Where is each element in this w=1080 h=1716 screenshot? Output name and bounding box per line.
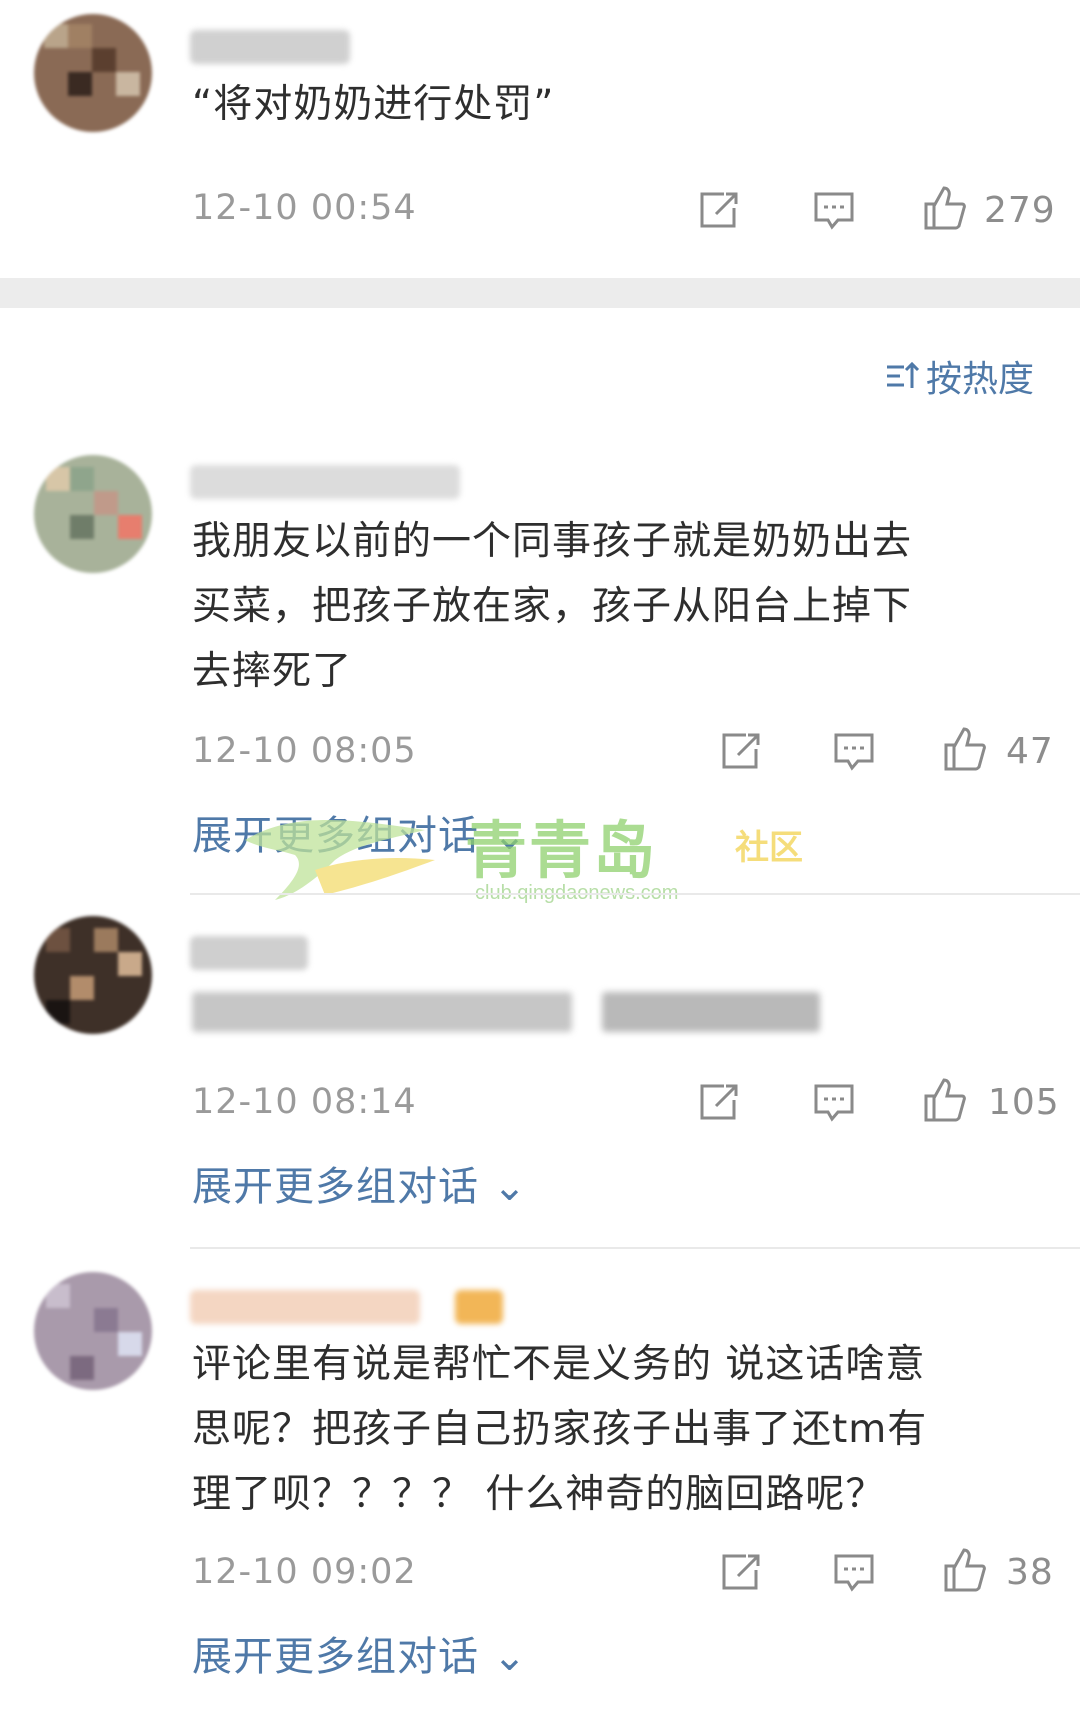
sort-icon (886, 361, 920, 388)
thumbs-up-icon[interactable] (940, 725, 988, 773)
top-comment: “将对奶奶进行处罚” 12-10 00:54 279 (0, 0, 1080, 260)
comment-text-blurred (192, 992, 572, 1032)
comment-timestamp: 12-10 00:54 (192, 188, 417, 228)
username-blurred[interactable] (190, 936, 308, 970)
share-icon[interactable] (716, 727, 764, 775)
share-icon[interactable] (694, 1078, 742, 1126)
chevron-down-icon: ⌄ (479, 1164, 528, 1210)
comment-timestamp: 12-10 08:14 (192, 1082, 417, 1122)
like-count: 47 (1006, 731, 1054, 772)
comment-card: 评论里有说是帮忙不是义务的 说这话啥意 思呢？把孩子自己扔家孩子出事了还tm有 … (0, 1272, 1080, 1716)
avatar[interactable] (34, 916, 152, 1034)
chevron-down-icon: ⌄ (479, 1634, 528, 1680)
username-blurred[interactable] (190, 1290, 420, 1324)
like-count: 38 (1006, 1552, 1054, 1593)
like-count: 279 (984, 190, 1056, 231)
thumbs-up-icon[interactable] (920, 184, 968, 232)
comment-divider (190, 893, 1080, 895)
like-count: 105 (988, 1082, 1060, 1123)
comment-text: “将对奶奶进行处罚” (192, 82, 555, 127)
chevron-down-icon: ⌄ (479, 813, 528, 859)
sort-label: 按热度 (925, 359, 1034, 400)
thumbs-up-icon[interactable] (920, 1076, 968, 1124)
comment-divider (190, 1247, 1080, 1249)
expand-label: 展开更多组对话 (192, 1164, 479, 1210)
expand-conversation-link[interactable]: 展开更多组对话 ⌄ (192, 1624, 527, 1682)
comment-icon[interactable] (810, 186, 858, 234)
expand-label: 展开更多组对话 (192, 1634, 479, 1680)
section-separator (0, 278, 1080, 308)
comment-icon[interactable] (810, 1078, 858, 1126)
comment-text: 评论里有说是帮忙不是义务的 说这话啥意 思呢？把孩子自己扔家孩子出事了还tm有 … (192, 1342, 928, 1517)
comment-timestamp: 12-10 09:02 (192, 1552, 417, 1592)
user-badge (455, 1290, 503, 1324)
thumbs-up-icon[interactable] (940, 1546, 988, 1594)
avatar[interactable] (34, 1272, 152, 1390)
comment-card: 我朋友以前的一个同事孩子就是奶奶出去 买菜，把孩子放在家，孩子从阳台上掉下 去摔… (0, 455, 1080, 859)
share-icon[interactable] (694, 186, 742, 234)
expand-conversation-link[interactable]: 展开更多组对话 ⌄ (192, 1154, 527, 1212)
comment-timestamp: 12-10 08:05 (192, 731, 417, 771)
comment-text-blurred (602, 992, 820, 1032)
avatar[interactable] (34, 455, 152, 573)
expand-conversation-link[interactable]: 展开更多组对话 ⌄ (192, 803, 527, 861)
comment-card: 12-10 08:14 105 展开更多组对话 ⌄ (0, 912, 1080, 1242)
username-blurred[interactable] (190, 465, 460, 499)
expand-label: 展开更多组对话 (192, 813, 479, 859)
avatar[interactable] (34, 14, 152, 132)
comment-icon[interactable] (830, 727, 878, 775)
share-icon[interactable] (716, 1548, 764, 1596)
sort-by-heat-button[interactable]: 按热度 (884, 350, 1034, 402)
comment-icon[interactable] (830, 1548, 878, 1596)
comment-text: 我朋友以前的一个同事孩子就是奶奶出去 买菜，把孩子放在家，孩子从阳台上掉下 去摔… (192, 519, 913, 694)
username-blurred[interactable] (190, 30, 350, 64)
